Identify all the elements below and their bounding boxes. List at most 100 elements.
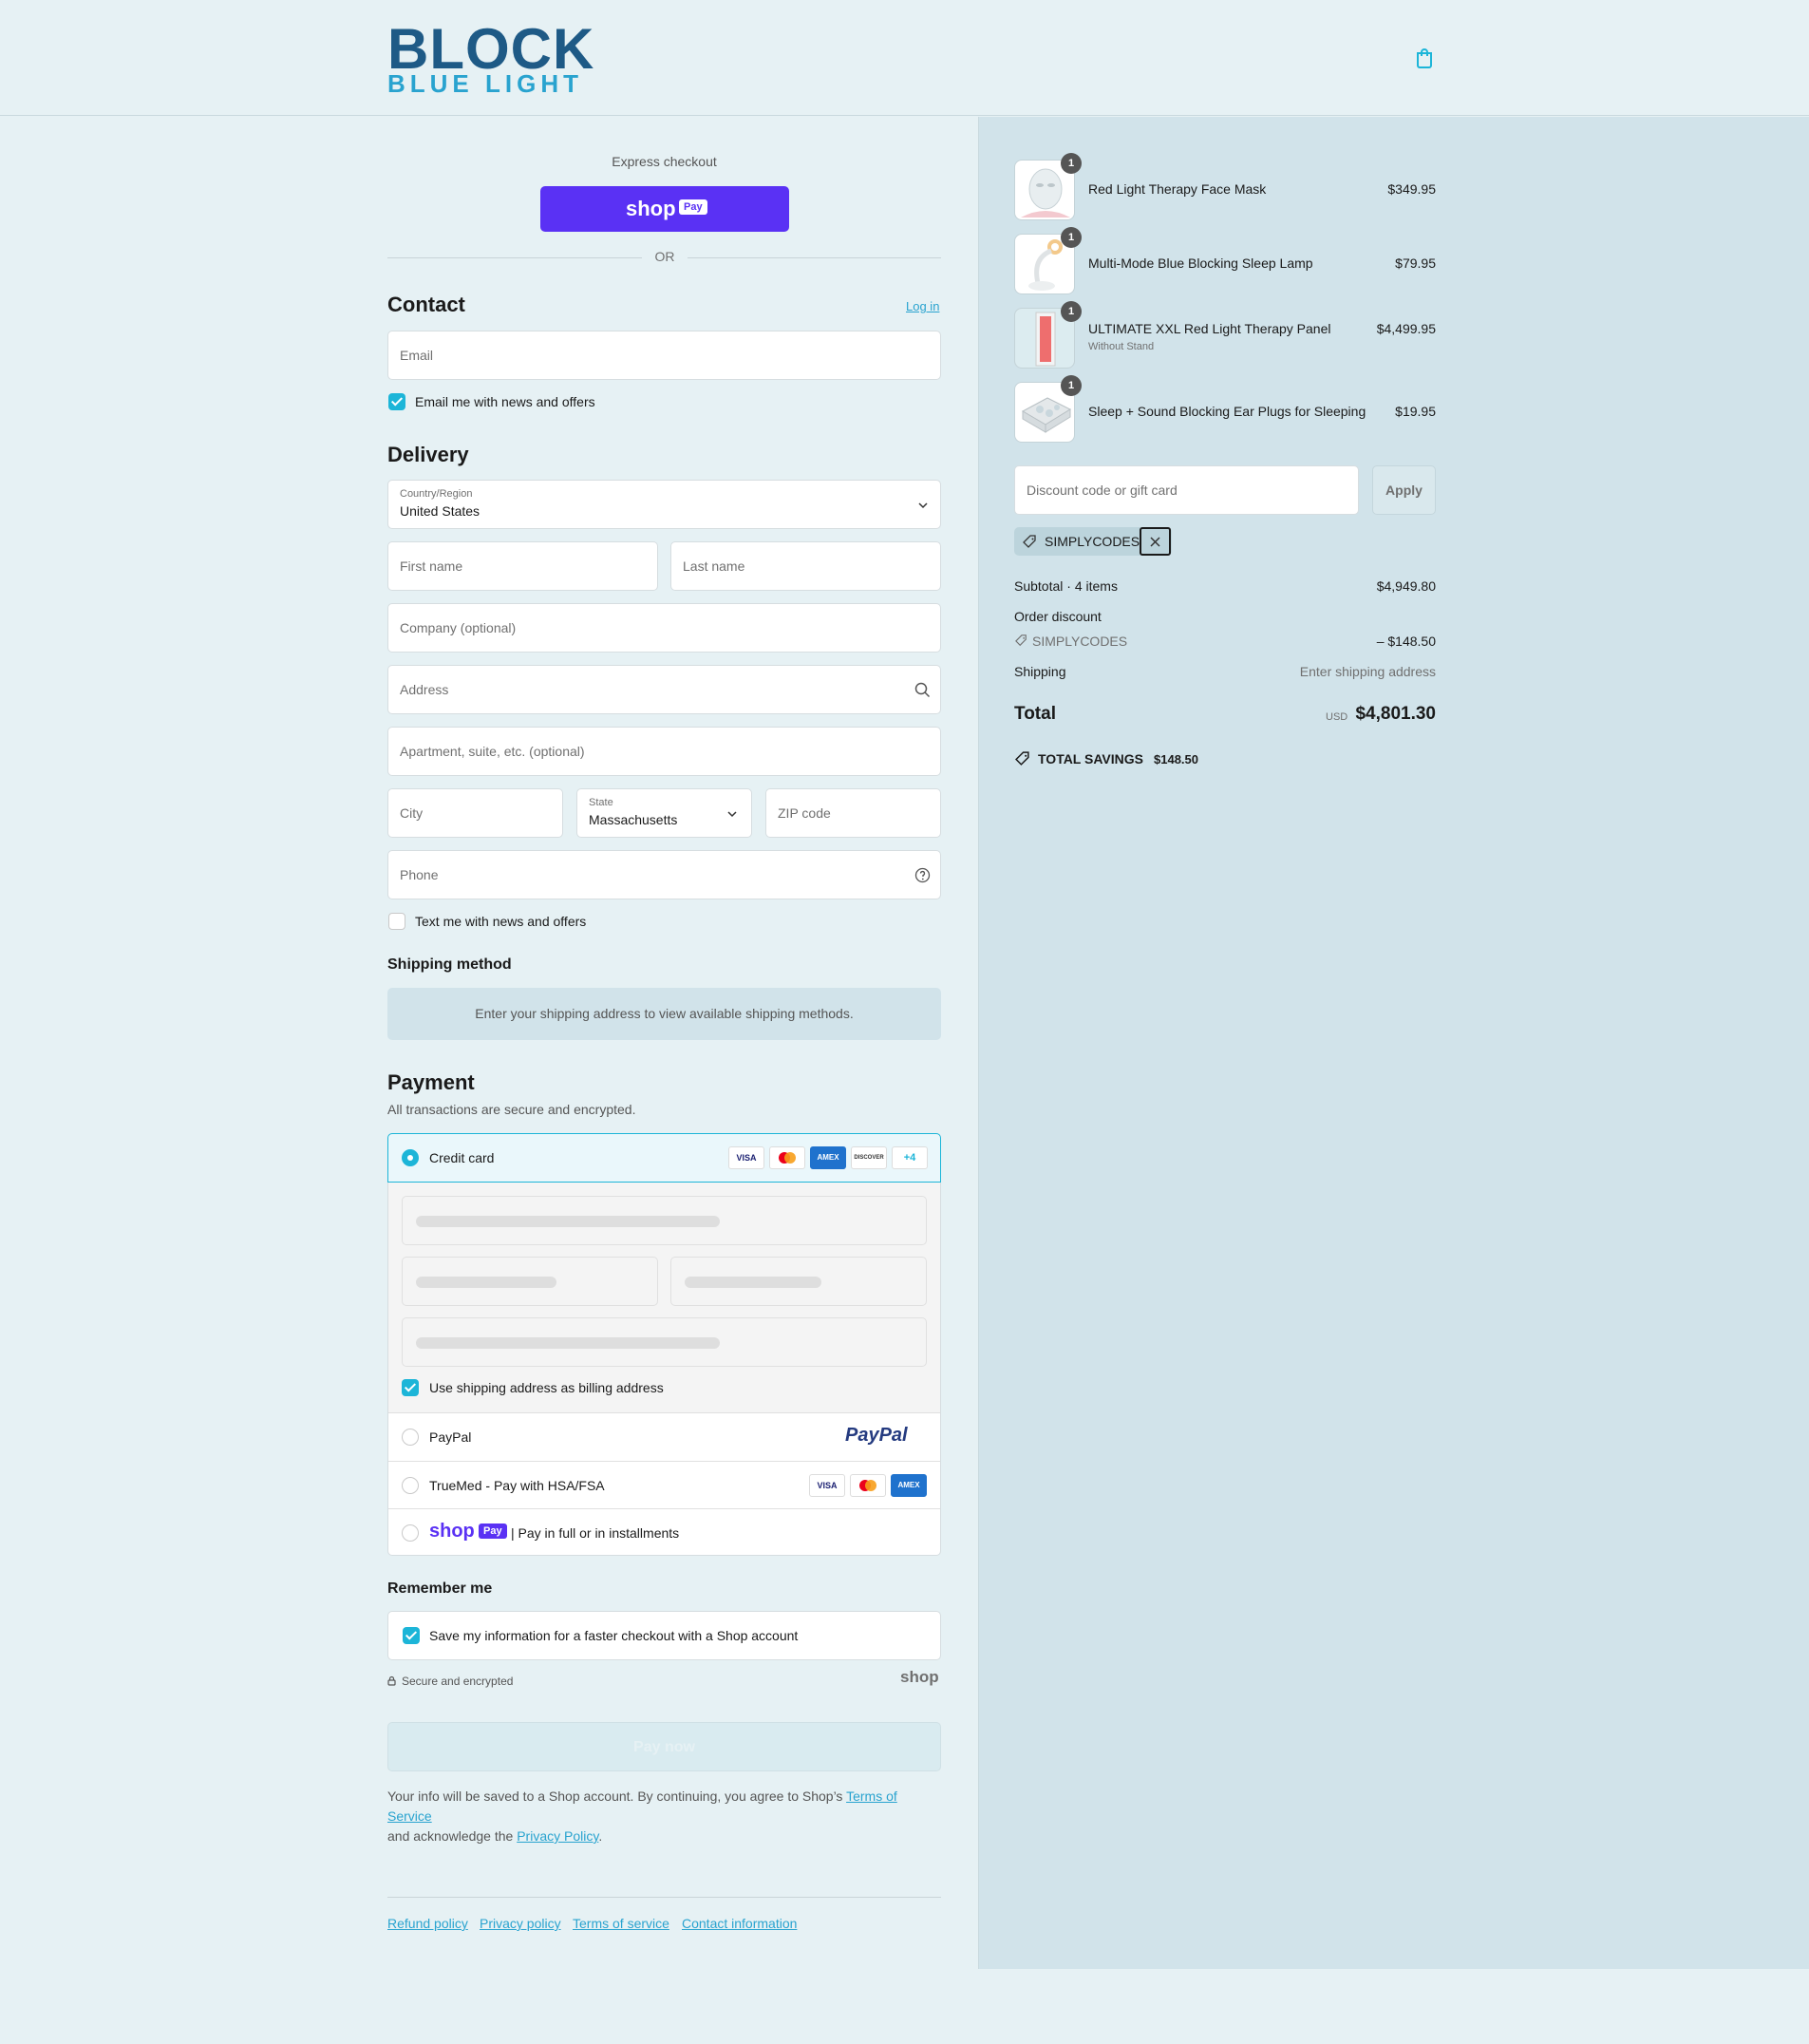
footer-privacy-policy[interactable]: Privacy policy [480,1916,561,1931]
expiry-field[interactable] [402,1257,658,1306]
footer-refund-policy[interactable]: Refund policy [387,1916,468,1931]
discount-value: – $148.50 [1376,634,1436,649]
company-field[interactable]: Company (optional) [387,603,941,653]
text-news-label: Text me with news and offers [415,914,587,929]
last-name-field[interactable]: Last name [670,541,941,591]
credit-card-label: Credit card [429,1150,495,1165]
total-savings-value: $148.50 [1154,752,1198,766]
city-field[interactable]: City [387,788,563,838]
savings-tag-icon [1015,751,1029,766]
text-news-checkbox[interactable] [388,913,405,930]
payment-subtitle: All transactions are secure and encrypte… [387,1102,636,1117]
apartment-placeholder: Apartment, suite, etc. (optional) [400,744,585,759]
name-on-card-field[interactable] [402,1317,927,1367]
country-label: Country/Region [400,488,473,500]
close-icon [1150,537,1160,547]
discover-icon: DISCOVER [851,1146,887,1169]
divider-left [387,257,642,258]
address-field[interactable]: Address [387,665,941,714]
pay-badge: Pay [479,1524,507,1539]
discount-code-input[interactable]: Discount code or gift card [1014,465,1359,515]
delivery-title: Delivery [387,443,469,466]
lock-icon [387,1675,396,1686]
total-savings-label: TOTAL SAVINGS [1038,751,1143,766]
billing-address-label: Use shipping address as billing address [429,1380,664,1395]
amex-icon: AMEX [891,1474,927,1497]
item-name: Multi-Mode Blue Blocking Sleep Lamp [1088,256,1313,271]
legal-text-3: . [598,1828,603,1844]
footer-terms-of-service[interactable]: Terms of service [573,1916,669,1931]
paypal-option[interactable]: PayPal PayPal [388,1412,940,1461]
secure-encrypted-text: Secure and encrypted [402,1675,514,1688]
shop-logo: shop [900,1668,939,1686]
item-price: $79.95 [1395,256,1436,271]
first-name-field[interactable]: First name [387,541,658,591]
applied-code-chip: SIMPLYCODES [1014,527,1172,556]
shop-pay-radio[interactable] [402,1524,419,1542]
installments-label: | Pay in full or in installments [511,1525,680,1541]
legal-text-1: Your info will be saved to a Shop accoun… [387,1788,847,1804]
help-icon[interactable] [914,867,931,883]
billing-address-checkbox[interactable] [402,1379,419,1396]
phone-field[interactable]: Phone [387,850,941,899]
footer-contact-information[interactable]: Contact information [682,1916,797,1931]
company-placeholder: Company (optional) [400,620,517,635]
privacy-policy-link[interactable]: Privacy Policy [517,1828,598,1844]
shop-pay-installments-option[interactable]: shop Pay | Pay in full or in installment… [388,1508,940,1555]
shipping-method-message: Enter your shipping address to view avai… [387,988,941,1040]
state-select[interactable]: State Massachusetts [576,788,752,838]
first-name-placeholder: First name [400,558,463,574]
save-info-checkbox[interactable] [403,1627,420,1644]
login-link[interactable]: Log in [906,299,939,313]
amex-icon: AMEX [810,1146,846,1169]
shipping-label: Shipping [1014,664,1066,679]
tag-icon [1015,634,1027,647]
divider-right [688,257,941,258]
total-label: Total [1014,704,1056,724]
pay-now-button[interactable]: Pay now [387,1722,941,1771]
search-icon [914,682,931,698]
footer-divider [387,1897,941,1898]
item-quantity-badge: 1 [1061,301,1082,322]
phone-placeholder: Phone [400,867,439,882]
remember-me-title: Remember me [387,1580,493,1597]
subtotal-value: $4,949.80 [1376,578,1436,594]
shop-pay-wordmark: shop [626,197,676,220]
or-separator: OR [654,249,675,264]
city-placeholder: City [400,805,424,821]
apartment-field[interactable]: Apartment, suite, etc. (optional) [387,727,941,776]
security-code-field[interactable] [670,1257,927,1306]
header: BLOCK BLUE LIGHT [0,0,1809,116]
brand-logo[interactable]: BLOCK BLUE LIGHT [387,21,594,98]
email-news-checkbox[interactable] [388,393,405,410]
shop-pay-button[interactable]: shop Pay [540,186,789,232]
order-summary-panel [978,117,1809,1969]
remove-code-button[interactable] [1140,527,1171,556]
email-field[interactable]: Email [387,331,941,380]
credit-card-radio[interactable] [402,1149,419,1166]
paypal-label: PayPal [429,1429,472,1445]
country-value: United States [400,503,481,519]
save-info-box: Save my information for a faster checkou… [387,1611,941,1660]
email-news-label: Email me with news and offers [415,394,595,409]
credit-card-option[interactable]: Credit card VISA AMEX DISCOVER +4 [387,1133,941,1183]
apply-button[interactable]: Apply [1372,465,1436,515]
address-placeholder: Address [400,682,449,697]
shopping-bag-icon[interactable] [1415,47,1434,68]
mastercard-icon [769,1146,805,1169]
shop-wordmark: shop [429,1521,475,1542]
item-quantity-badge: 1 [1061,375,1082,396]
tag-icon [1023,535,1036,548]
truemed-radio[interactable] [402,1477,419,1494]
item-price: $19.95 [1395,404,1436,419]
card-number-field[interactable] [402,1196,927,1245]
chevron-down-icon [727,811,737,818]
country-select[interactable]: Country/Region United States [387,480,941,529]
payment-title: Payment [387,1070,475,1094]
item-price: $349.95 [1387,181,1436,197]
zip-field[interactable]: ZIP code [765,788,941,838]
state-value: Massachusetts [589,812,678,827]
truemed-option[interactable]: TrueMed - Pay with HSA/FSA VISA AMEX [388,1461,940,1508]
total-currency: USD [1326,711,1348,723]
paypal-radio[interactable] [402,1429,419,1446]
